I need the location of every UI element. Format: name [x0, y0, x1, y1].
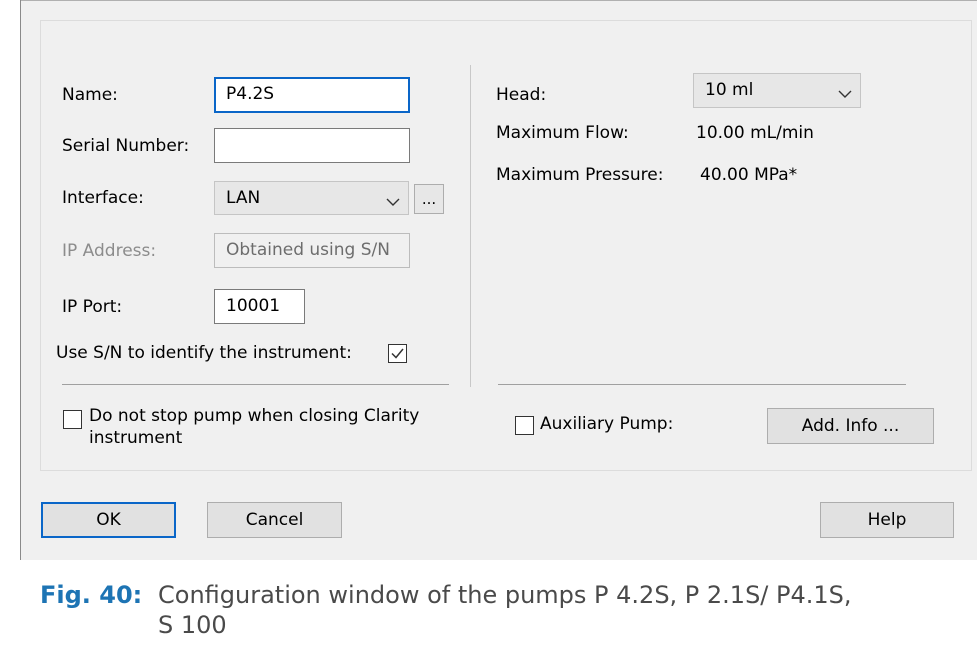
no-stop-pump-label-line1: Do not stop pump when closing Clarity — [89, 406, 420, 426]
maximum-pressure-value: 40.00 MPa* — [700, 165, 798, 185]
head-value: 10 ml — [705, 80, 754, 100]
figure-caption-line2: S 100 — [158, 611, 227, 639]
auxiliary-pump-label: Auxiliary Pump: — [540, 414, 674, 434]
ip-address-label: IP Address: — [62, 241, 157, 261]
figure-caption-line1: Configuration window of the pumps P 4.2S… — [158, 581, 852, 609]
cancel-button[interactable]: Cancel — [207, 502, 342, 538]
settings-group: Name: P4.2S Serial Number: Interface: LA… — [40, 20, 972, 471]
pump-configuration-dialog: Name: P4.2S Serial Number: Interface: LA… — [21, 0, 977, 560]
figure-number: Fig. 40: — [40, 581, 143, 609]
ip-address-field: Obtained using S/N — [214, 233, 410, 268]
use-sn-label: Use S/N to identify the instrument: — [56, 343, 352, 363]
serial-number-label: Serial Number: — [62, 136, 190, 156]
ip-port-input[interactable]: 10001 — [214, 289, 305, 324]
add-info-button[interactable]: Add. Info ... — [767, 408, 934, 444]
right-separator — [498, 384, 906, 385]
no-stop-pump-checkbox[interactable] — [63, 410, 82, 429]
name-label: Name: — [62, 85, 118, 105]
auxiliary-pump-checkbox[interactable] — [515, 416, 534, 435]
serial-number-input[interactable] — [214, 128, 410, 163]
figure-caption: Fig. 40: Configuration window of the pump… — [40, 580, 960, 640]
chevron-down-icon — [386, 192, 400, 212]
maximum-flow-value: 10.00 mL/min — [696, 123, 814, 143]
ok-button[interactable]: OK — [41, 502, 176, 538]
name-input[interactable]: P4.2S — [214, 77, 410, 113]
interface-value: LAN — [226, 188, 261, 208]
interface-select[interactable]: LAN — [214, 181, 409, 215]
checkmark-icon — [391, 348, 404, 359]
maximum-flow-label: Maximum Flow: — [496, 123, 629, 143]
use-sn-checkbox[interactable] — [388, 344, 407, 363]
help-button[interactable]: Help — [820, 502, 954, 538]
chevron-down-icon — [838, 84, 852, 104]
left-separator — [62, 384, 449, 385]
interface-label: Interface: — [62, 188, 144, 208]
head-label: Head: — [496, 85, 547, 105]
head-select[interactable]: 10 ml — [693, 73, 861, 108]
maximum-pressure-label: Maximum Pressure: — [496, 165, 664, 185]
interface-settings-button[interactable]: ... — [414, 184, 444, 214]
column-divider — [470, 65, 471, 387]
ip-port-label: IP Port: — [62, 297, 123, 317]
no-stop-pump-label-line2: instrument — [89, 428, 183, 448]
